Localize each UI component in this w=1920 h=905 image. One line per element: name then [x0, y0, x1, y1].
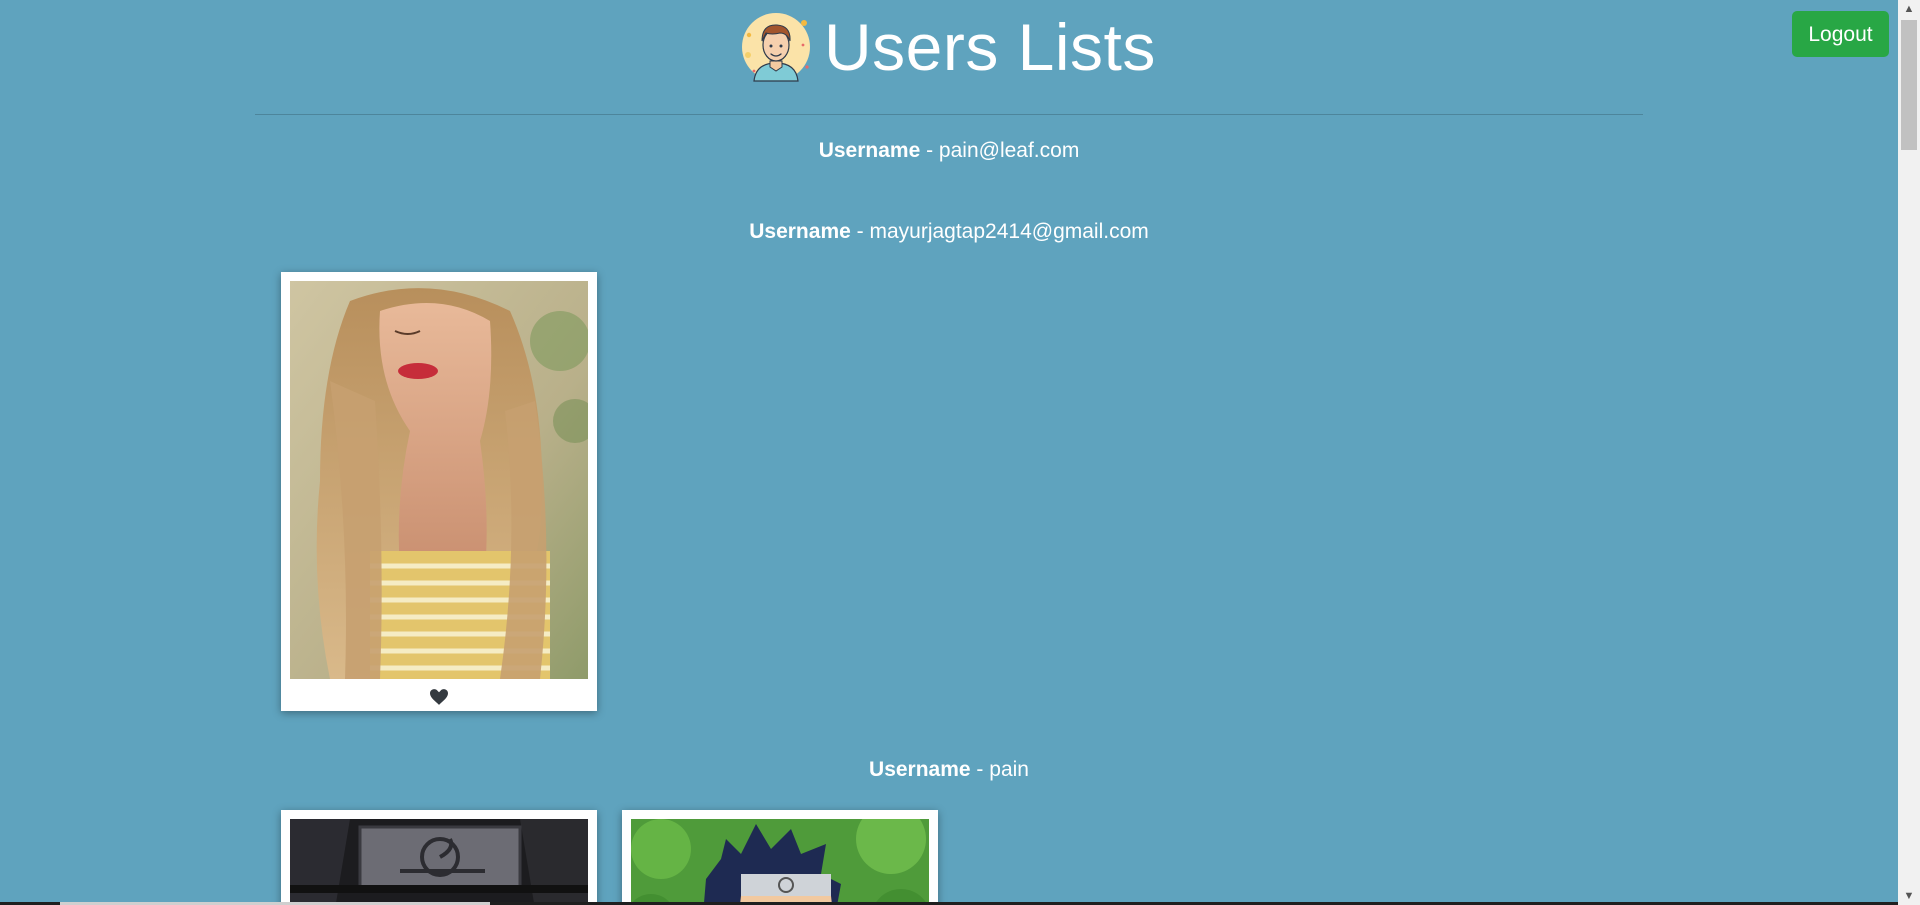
like-button[interactable] — [281, 689, 597, 709]
portrait-image — [290, 281, 588, 679]
photo-card — [281, 810, 597, 905]
anime-image — [290, 819, 588, 905]
scroll-thumb[interactable] — [1901, 20, 1917, 150]
user-photo[interactable] — [290, 281, 588, 679]
chevron-up-icon[interactable]: ▲ — [1898, 0, 1920, 18]
photo-card — [622, 810, 938, 905]
user-heading: Username - mayurjagtap2414@gmail.com — [0, 218, 1898, 246]
username-separator: - — [920, 139, 939, 162]
photo-card — [281, 272, 597, 711]
page-title: Users Lists — [824, 10, 1156, 84]
header-divider — [255, 114, 1643, 115]
username-value: mayurjagtap2414@gmail.com — [869, 220, 1149, 243]
username-value: pain@leaf.com — [938, 139, 1080, 162]
title-group: Users Lists — [740, 6, 1156, 88]
username-label: Username — [818, 139, 921, 162]
username-label: Username — [869, 758, 971, 781]
chevron-down-icon[interactable]: ▼ — [1898, 887, 1920, 905]
username-value: pain — [989, 758, 1029, 781]
anime-image — [631, 819, 929, 905]
username-separator: - — [850, 220, 870, 243]
heart-icon — [430, 689, 448, 705]
user-avatar-icon — [742, 13, 810, 82]
username-separator: - — [970, 758, 990, 781]
logout-button[interactable]: Logout — [1792, 11, 1889, 57]
user-heading: Username - pain — [0, 756, 1898, 784]
username-label: Username — [749, 220, 851, 243]
vertical-scrollbar[interactable]: ▲ ▼ — [1898, 0, 1920, 905]
users-list-page: Users Lists Logout Username - pain@leaf.… — [0, 0, 1920, 905]
user-heading: Username - pain@leaf.com — [0, 137, 1898, 165]
page-header: Users Lists Logout — [0, 0, 1898, 114]
user-photo[interactable] — [290, 819, 588, 905]
user-photo[interactable] — [631, 819, 929, 905]
